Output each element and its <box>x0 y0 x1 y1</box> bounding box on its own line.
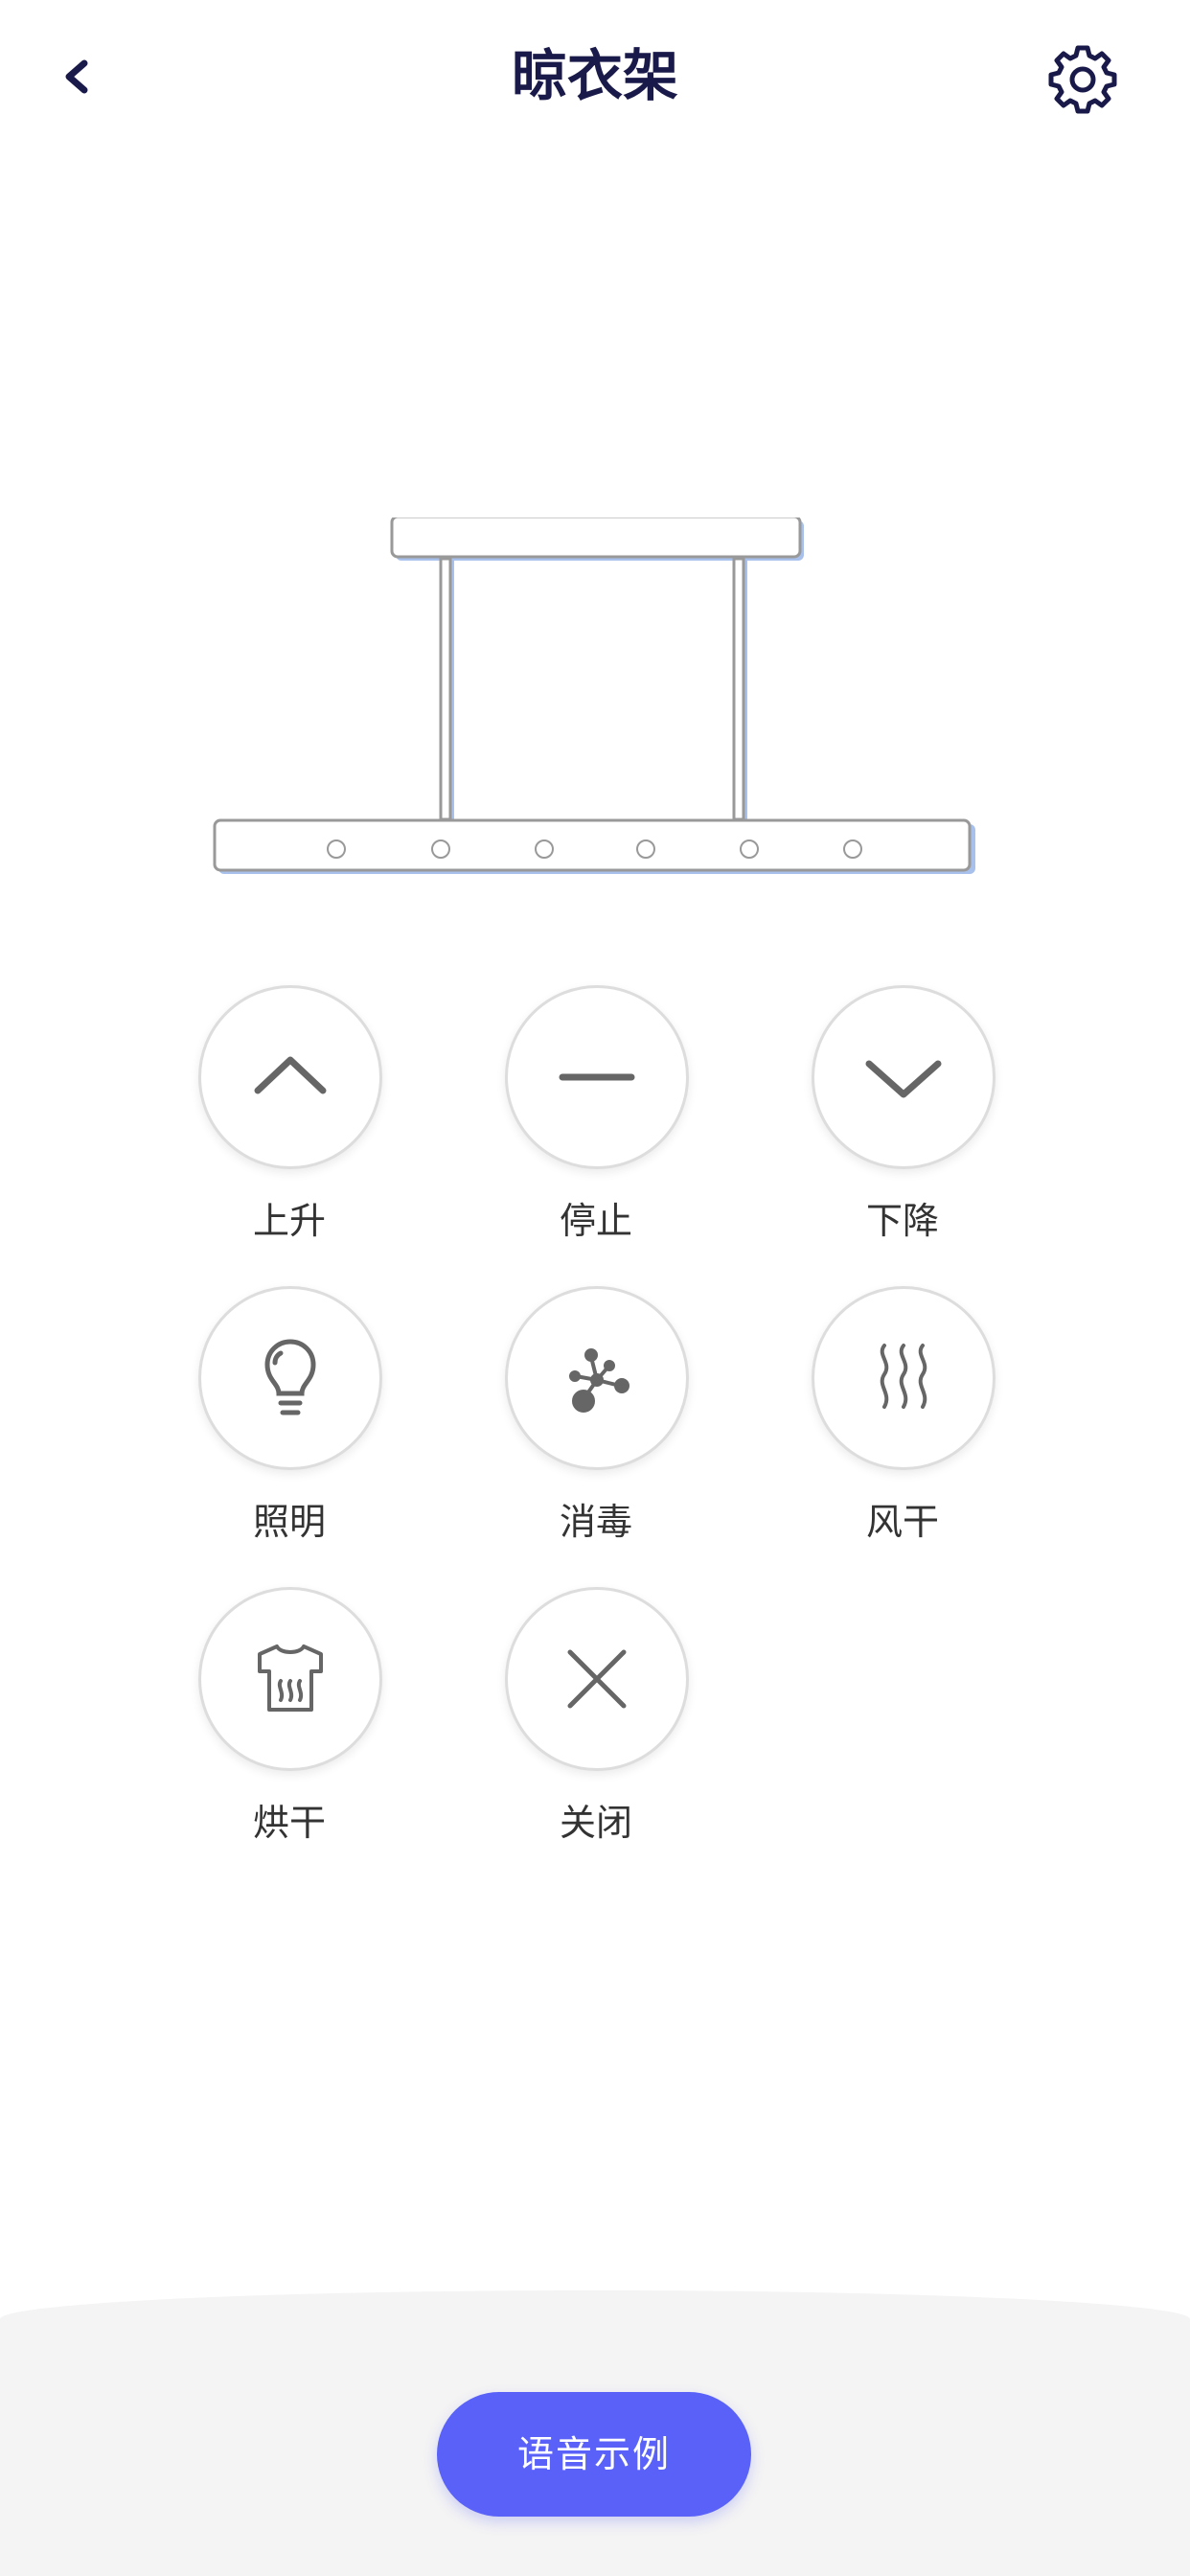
stop-button[interactable] <box>505 985 689 1169</box>
shirt-heat-icon <box>258 1644 323 1712</box>
disinfect-icon <box>569 1348 629 1413</box>
control-air-dry: 风干 <box>807 1286 998 1564</box>
disinfect-button[interactable] <box>505 1286 689 1470</box>
heat-dry-label: 烘干 <box>252 1802 326 1844</box>
lower-button[interactable] <box>812 985 995 1169</box>
air-dry-button[interactable] <box>812 1286 995 1470</box>
lower-label: 下降 <box>865 1200 939 1242</box>
heat-dry-button[interactable] <box>198 1587 382 1771</box>
control-disinfect: 消毒 <box>500 1286 692 1564</box>
stop-label: 停止 <box>559 1200 632 1242</box>
air-dry-label: 风干 <box>865 1501 939 1543</box>
light-button[interactable] <box>198 1286 382 1470</box>
disinfect-label: 消毒 <box>559 1501 632 1543</box>
chevron-down-icon <box>865 1060 942 1098</box>
off-label: 关闭 <box>559 1802 632 1844</box>
raise-label: 上升 <box>252 1200 326 1242</box>
settings-button[interactable] <box>1044 38 1121 115</box>
control-stop: 停止 <box>500 985 692 1263</box>
chevron-up-icon <box>254 1056 327 1094</box>
control-raise: 上升 <box>194 985 385 1263</box>
air-dry-icon <box>880 1344 927 1409</box>
control-off: 关闭 <box>500 1587 692 1865</box>
header: 晾衣架 <box>0 0 1190 153</box>
page-title: 晾衣架 <box>511 43 678 108</box>
off-button[interactable] <box>505 1587 689 1771</box>
light-bulb-icon <box>264 1339 316 1415</box>
raise-button[interactable] <box>198 985 382 1169</box>
control-lower: 下降 <box>807 985 998 1263</box>
minus-icon <box>559 1073 635 1081</box>
voice-example-button[interactable]: 语音示例 <box>437 2392 751 2517</box>
gear-icon <box>1048 45 1117 114</box>
clothes-rack-illustration <box>213 518 975 874</box>
control-light: 照明 <box>194 1286 385 1564</box>
light-label: 照明 <box>252 1501 326 1543</box>
control-heat-dry: 烘干 <box>194 1587 385 1865</box>
close-icon <box>567 1649 627 1709</box>
